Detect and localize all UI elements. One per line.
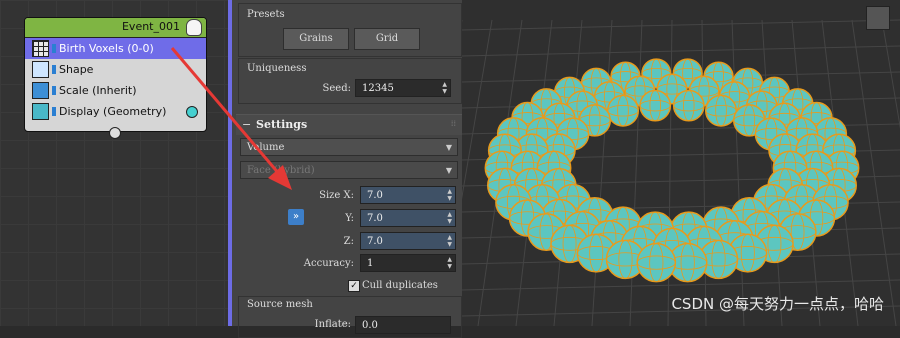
birth-voxels-icon [32,40,49,57]
collapse-icon: − [242,118,252,131]
size-x-value: 7.0 [367,190,383,201]
inflate-spinner[interactable]: 0.0 [355,316,451,334]
event-title-bar[interactable]: Event_001 [25,18,206,38]
uniqueness-rollout: Uniqueness Seed: 12345 ▲ ▼ [238,58,462,104]
spinner-arrows-icon[interactable]: ▲ ▼ [447,234,452,248]
voxel-sphere [705,94,738,127]
event-title: Event_001 [121,20,180,33]
lightbulb-icon[interactable] [186,19,202,36]
grid-button[interactable]: Grid [354,28,420,50]
face-mode-value: Face (hybrid) [247,165,315,176]
settings-title: Settings [256,118,308,131]
operator-shape[interactable]: Shape [25,59,206,80]
grid-line [591,19,613,326]
face-mode-dropdown: Face (hybrid) ▼ [240,161,458,179]
mode-value: Volume [247,142,285,153]
cull-duplicates-label: Cull duplicates [362,280,438,291]
accuracy-label: Accuracy: [303,258,354,269]
voxel-sphere [639,89,672,122]
dropdown-arrow-icon: ▼ [445,143,452,152]
uniqueness-title: Uniqueness [247,63,307,74]
size-y-value: 7.0 [367,213,383,224]
viewcube-icon[interactable] [866,6,890,30]
operator-label: Birth Voxels (0-0) [59,42,154,55]
spinner-arrows-icon[interactable]: ▲ ▼ [447,211,452,225]
grid-line [731,19,745,326]
grid-line [462,45,900,57]
size-z-label: Z: [343,236,354,247]
operator-label: Scale (Inherit) [59,84,137,97]
seed-spinner[interactable]: 12345 ▲ ▼ [355,79,451,97]
grid-line [701,19,707,326]
source-mesh-rollout: Source mesh Inflate: 0.0 [238,296,462,338]
event-node[interactable]: Event_001 Birth Voxels (0-0) Shape Scale… [24,17,207,139]
seed-value: 12345 [362,83,394,94]
grid-line [462,19,900,31]
spinner-arrows-icon[interactable]: ▲ ▼ [447,188,452,202]
cull-duplicates-checkbox[interactable]: ✓ [348,280,360,292]
operator-pin [52,86,56,95]
operator-pin [52,107,56,116]
size-y-spinner[interactable]: 7.0 ▲ ▼ [360,209,456,227]
spinner-arrows-icon[interactable]: ▲ ▼ [447,256,452,270]
mode-dropdown[interactable]: Volume ▼ [240,138,458,156]
display-icon [32,103,49,120]
size-x-spinner[interactable]: 7.0 ▲ ▼ [360,186,456,204]
settings-rollout-header[interactable]: − Settings ⁞⁞ [236,114,462,135]
presets-rollout: Presets Grains Grid [238,3,462,57]
viewport-canvas[interactable] [462,0,900,326]
operator-label: Display (Geometry) [59,105,167,118]
size-y-label: Y: [345,213,354,224]
voxel-sphere [672,89,705,122]
drag-handle-icon[interactable]: ⁞⁞ [451,119,456,128]
voxel-sphere [636,242,677,283]
event-input-port[interactable] [109,127,121,139]
particle-view-graph[interactable]: Event_001 Birth Voxels (0-0) Shape Scale… [0,0,228,326]
accuracy-spinner[interactable]: 1 ▲ ▼ [360,254,456,272]
voxel-sphere [606,94,639,127]
accuracy-value: 1 [367,258,374,269]
source-mesh-title: Source mesh [247,299,313,310]
dropdown-arrow-icon: ▼ [445,166,452,175]
output-port[interactable] [186,106,198,118]
operator-birth-voxels[interactable]: Birth Voxels (0-0) [25,38,206,59]
3d-viewport[interactable]: CSDN @每天努力一点点，哈哈 [462,0,900,326]
operator-pin [52,65,56,74]
operator-scale[interactable]: Scale (Inherit) [25,80,206,101]
properties-panel: Presets Grains Grid Uniqueness Seed: 123… [228,0,466,338]
size-x-label: Size X: [319,190,354,201]
size-z-value: 7.0 [367,236,383,247]
size-z-spinner[interactable]: 7.0 ▲ ▼ [360,232,456,250]
operator-pin [52,44,56,53]
operator-label: Shape [59,63,94,76]
spinner-arrows-icon[interactable]: ▲ ▼ [442,81,447,95]
watermark: CSDN @每天努力一点点，哈哈 [671,295,884,313]
grains-button[interactable]: Grains [283,28,349,50]
shape-icon [32,61,49,78]
presets-title: Presets [247,9,285,20]
inflate-label: Inflate: [314,319,351,330]
scale-icon [32,82,49,99]
grid-line [462,279,900,291]
seed-label: Seed: [322,83,351,94]
operator-display[interactable]: Display (Geometry) [25,101,206,122]
